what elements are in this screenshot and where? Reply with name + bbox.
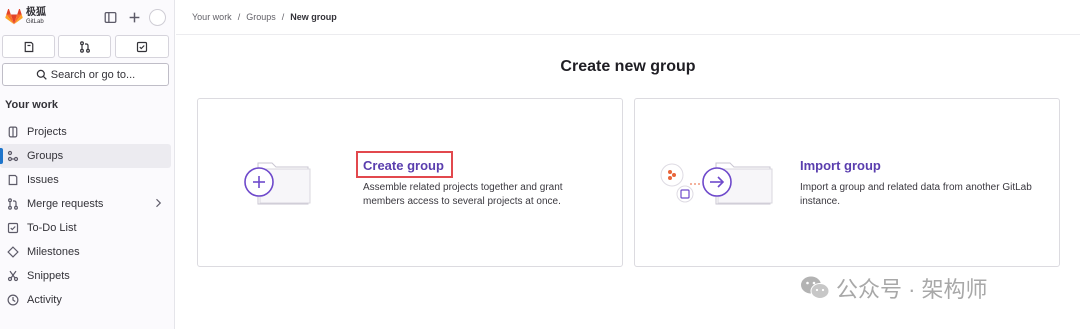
gitlab-logo-icon[interactable] [5, 9, 23, 25]
milestone-icon [6, 245, 20, 259]
sidebar-nav: Projects Groups Issues Merge requests To… [0, 120, 175, 312]
sidebar-item-label: Snippets [27, 270, 70, 282]
sidebar-item-label: To-Do List [27, 222, 77, 234]
project-icon [6, 125, 20, 139]
merge-request-icon [79, 40, 90, 53]
import-group-desc-line1: Import a group and related data from ano… [800, 182, 1032, 193]
sidebar-item-todo-list[interactable]: To-Do List [0, 216, 171, 240]
todo-quick-button[interactable] [115, 35, 169, 58]
sidebar-item-label: Groups [27, 150, 64, 162]
sidebar-item-issues[interactable]: Issues [0, 168, 171, 192]
sidebar-item-snippets[interactable]: Snippets [0, 264, 171, 288]
sidebar-toggle-icon[interactable] [102, 9, 118, 25]
breadcrumb: Your work / Groups / New group [192, 12, 337, 22]
sidebar-item-label: Milestones [27, 246, 80, 258]
import-group-desc-line2: instance. [800, 196, 841, 207]
todo-icon [6, 221, 20, 235]
breadcrumb-current: New group [290, 12, 337, 22]
sidebar-item-merge-requests[interactable]: Merge requests [0, 192, 171, 216]
search-label: Search or go to... [50, 68, 136, 81]
activity-icon [6, 293, 20, 307]
folder-plus-icon [244, 162, 311, 205]
breadcrumb-separator: / [281, 12, 285, 22]
merge-request-icon [6, 197, 20, 211]
merge-requests-quick-button[interactable] [58, 35, 111, 58]
brand: 极狐 GitLab [26, 7, 46, 26]
brand-name: 极狐 [26, 7, 46, 18]
sidebar-item-milestones[interactable]: Milestones [0, 240, 171, 264]
sidebar: 极狐 GitLab Search or go to... Your work P… [0, 0, 175, 329]
breadcrumb-separator: / [237, 12, 241, 22]
wechat-icon [801, 276, 830, 299]
brand-sub: GitLab [26, 19, 44, 25]
create-group-desc-line2: members access to several projects at on… [363, 196, 561, 207]
breadcrumb-your-work[interactable]: Your work [192, 12, 232, 22]
chevron-right-icon[interactable] [153, 197, 163, 209]
watermark-text: 公众号 · 架构师 [836, 277, 988, 302]
breadcrumb-groups[interactable]: Groups [246, 12, 276, 22]
create-group-desc-line1: Assemble related projects together and g… [363, 182, 563, 193]
create-group-title[interactable]: Create group [363, 158, 444, 173]
sidebar-item-label: Merge requests [27, 198, 104, 210]
todo-icon [136, 41, 148, 52]
header-divider [176, 34, 1080, 35]
create-group-card[interactable]: Create group Assemble related projects t… [197, 98, 623, 267]
sidebar-item-groups[interactable]: Groups [0, 144, 171, 168]
import-group-card[interactable]: Import group Import a group and related … [634, 98, 1060, 267]
avatar[interactable] [149, 9, 166, 26]
folder-import-icon [660, 162, 773, 205]
sidebar-item-label: Issues [27, 174, 59, 186]
sidebar-topbar: 极狐 GitLab [0, 0, 175, 34]
sidebar-item-label: Projects [27, 126, 67, 138]
plus-icon[interactable] [126, 9, 142, 25]
issues-icon [6, 173, 20, 187]
issues-quick-button[interactable] [2, 35, 55, 58]
sidebar-item-projects[interactable]: Projects [0, 120, 171, 144]
section-title-your-work: Your work [5, 99, 58, 111]
page-title: Create new group [560, 58, 696, 75]
issues-icon [24, 41, 33, 52]
sidebar-item-activity[interactable]: Activity [0, 288, 171, 312]
group-icon [6, 149, 20, 163]
watermark: 公众号 · 架构师 [800, 272, 988, 304]
snippet-icon [6, 269, 20, 283]
search-icon [36, 69, 47, 80]
sidebar-item-label: Activity [27, 294, 62, 306]
import-group-title[interactable]: Import group [800, 158, 881, 173]
search-input[interactable]: Search or go to... [2, 63, 169, 86]
